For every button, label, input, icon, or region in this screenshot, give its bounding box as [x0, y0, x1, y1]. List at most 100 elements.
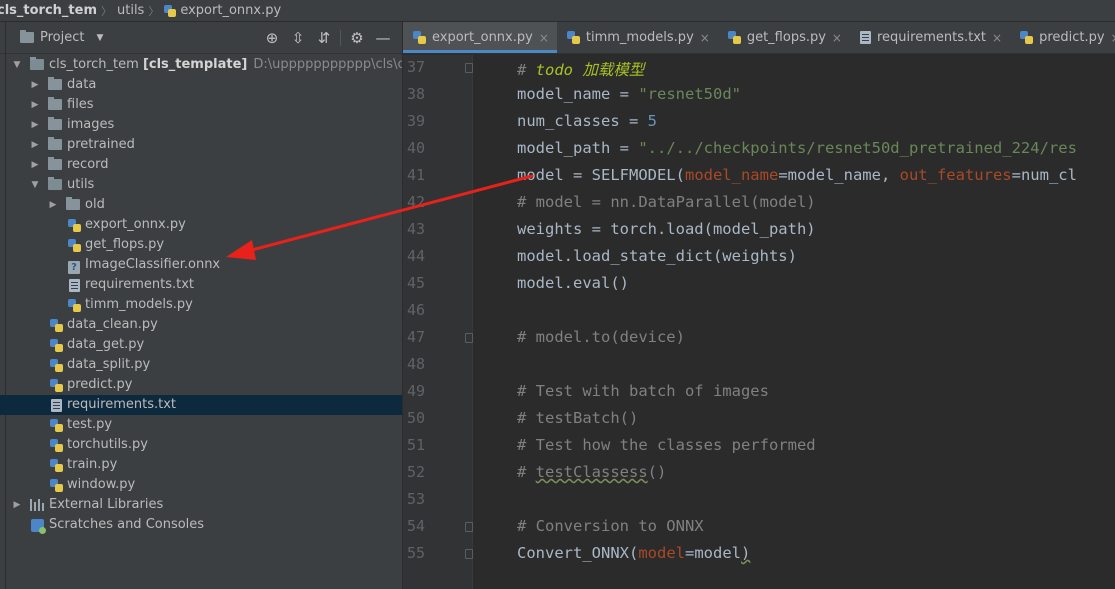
gear-icon[interactable]: ⚙ — [344, 27, 370, 49]
line-number: 43 — [406, 220, 425, 238]
tree-item-train[interactable]: train.py — [0, 455, 402, 475]
python-file-icon — [413, 31, 426, 44]
code-line[interactable]: 50 # testBatch() — [403, 406, 1115, 433]
tree-item-label: utils — [67, 177, 95, 192]
code-text: model_name = — [517, 85, 639, 103]
code-line[interactable]: 49 # Test with batch of images — [403, 379, 1115, 406]
fold-marker-icon[interactable] — [465, 522, 473, 532]
tree-item-data[interactable]: ▶ data — [0, 75, 402, 95]
tab-predict[interactable]: predict.py × — [1010, 22, 1115, 53]
chevron-right-icon[interactable]: ▶ — [12, 495, 22, 515]
chevron-down-icon[interactable]: ▼ — [30, 175, 40, 195]
code-line[interactable]: 41 model = SELFMODEL(model_name=model_na… — [403, 163, 1115, 190]
tree-item-label: pretrained — [67, 137, 135, 152]
code-line[interactable]: 43 weights = torch.load(model_path) — [403, 217, 1115, 244]
line-number: 42 — [406, 193, 425, 211]
tab-requirements[interactable]: requirements.txt × — [850, 22, 1010, 53]
tree-item-label: ImageClassifier.onnx — [85, 257, 221, 272]
module-name: [cls_template] — [142, 57, 248, 72]
python-file-icon — [50, 379, 63, 392]
tree-item-window[interactable]: window.py — [0, 475, 402, 495]
tree-item-label: data — [67, 77, 97, 92]
code-line[interactable]: 42 # model = nn.DataParallel(model) — [403, 190, 1115, 217]
code-line[interactable]: 55 Convert_ONNX(model=model) — [403, 541, 1115, 568]
code-line[interactable]: 52 # testClassess() — [403, 460, 1115, 487]
expand-all-icon[interactable]: ⇳ — [285, 27, 311, 49]
code-line[interactable]: 48 — [403, 352, 1115, 379]
tree-item-label: data_get.py — [67, 337, 145, 352]
chevron-right-icon[interactable]: ▶ — [30, 115, 40, 135]
code-line[interactable]: 54 # Conversion to ONNX — [403, 514, 1115, 541]
tree-item-timm-models[interactable]: timm_models.py — [0, 295, 402, 315]
tree-item-torchutils[interactable]: torchutils.py — [0, 435, 402, 455]
tree-item-scratches[interactable]: Scratches and Consoles — [0, 515, 402, 535]
comment: # — [517, 463, 536, 481]
tree-item-test[interactable]: test.py — [0, 415, 402, 435]
tree-item-external-libraries[interactable]: ▶ External Libraries — [0, 495, 402, 515]
line-number: 51 — [406, 436, 425, 454]
code-line[interactable]: 51 # Test how the classes performed — [403, 433, 1115, 460]
locate-icon[interactable]: ⊕ — [259, 27, 285, 49]
code-area[interactable]: 37 # todo 加载模型 38 model_name = "resnet50… — [403, 55, 1115, 589]
tree-item-utils[interactable]: ▼ utils — [0, 175, 402, 195]
code-line[interactable]: 40 model_path = "../../checkpoints/resne… — [403, 136, 1115, 163]
code-line[interactable]: 39 num_classes = 5 — [403, 109, 1115, 136]
comment: () — [647, 463, 667, 481]
project-view-selector[interactable]: Project ▼ — [20, 30, 103, 45]
tree-item-requirements[interactable]: requirements.txt — [0, 395, 402, 415]
collapse-all-icon[interactable]: ⇵ — [311, 27, 337, 49]
tree-item-root[interactable]: ▼ cls_torch_tem [cls_template] D:\upppppp… — [0, 55, 402, 75]
unknown-file-icon: ? — [68, 261, 80, 274]
close-icon[interactable]: × — [992, 31, 1002, 45]
code-line[interactable]: 53 — [403, 487, 1115, 514]
tree-item-record[interactable]: ▶ record — [0, 155, 402, 175]
tab-export-onnx[interactable]: export_onnx.py × — [403, 22, 557, 53]
tree-item-predict[interactable]: predict.py — [0, 375, 402, 395]
text-file-icon — [859, 31, 871, 44]
code-line[interactable]: 47 # model.to(device) — [403, 325, 1115, 352]
python-file-icon — [1020, 31, 1034, 44]
chevron-right-icon[interactable]: ▶ — [30, 75, 40, 95]
breadcrumb-project[interactable]: cls_torch_tem — [0, 0, 97, 21]
keyword-arg: model_name — [684, 166, 779, 184]
breadcrumb-file[interactable]: export_onnx.py — [164, 0, 281, 21]
breadcrumb-utils[interactable]: utils — [117, 0, 144, 21]
tree-item-images[interactable]: ▶ images — [0, 115, 402, 135]
chevron-right-icon[interactable]: ▶ — [30, 95, 40, 115]
close-icon[interactable]: × — [832, 31, 842, 45]
code-line[interactable]: 46 — [403, 298, 1115, 325]
python-file-icon — [50, 319, 63, 332]
tab-get-flops[interactable]: get_flops.py × — [718, 22, 850, 53]
chevron-right-icon[interactable]: ▶ — [48, 195, 58, 215]
tree-item-export-onnx[interactable]: export_onnx.py — [0, 215, 402, 235]
tree-item-files[interactable]: ▶ files — [0, 95, 402, 115]
editor-tab-bar: export_onnx.py × timm_models.py × get_fl… — [403, 22, 1115, 54]
python-file-icon — [727, 31, 741, 44]
tree-item-old[interactable]: ▶ old — [0, 195, 402, 215]
tree-item-utils-requirements[interactable]: requirements.txt — [0, 275, 402, 295]
code-line[interactable]: 38 model_name = "resnet50d" — [403, 82, 1115, 109]
line-number: 44 — [406, 247, 425, 265]
tree-item-get-flops[interactable]: get_flops.py — [0, 235, 402, 255]
tree-item-data-get[interactable]: data_get.py — [0, 335, 402, 355]
code-line[interactable]: 45 model.eval() — [403, 271, 1115, 298]
close-icon[interactable]: × — [1111, 31, 1115, 45]
tree-item-pretrained[interactable]: ▶ pretrained — [0, 135, 402, 155]
fold-marker-icon[interactable] — [465, 63, 473, 73]
code-line[interactable]: 44 model.load_state_dict(weights) — [403, 244, 1115, 271]
tree-item-imageclassifier-onnx[interactable]: ? ImageClassifier.onnx — [0, 255, 402, 275]
chevron-right-icon[interactable]: ▶ — [30, 135, 40, 155]
fold-marker-icon[interactable] — [465, 549, 473, 559]
minimize-icon[interactable]: — — [370, 27, 396, 49]
fold-marker-icon[interactable] — [465, 333, 473, 343]
chevron-down-icon[interactable]: ▼ — [12, 55, 22, 75]
close-icon[interactable]: × — [539, 31, 549, 45]
library-icon — [30, 499, 44, 511]
tree-item-data-split[interactable]: data_split.py — [0, 355, 402, 375]
chevron-right-icon[interactable]: ▶ — [30, 155, 40, 175]
close-icon[interactable]: × — [700, 31, 710, 45]
code-line[interactable]: 37 # todo 加载模型 — [403, 55, 1115, 82]
tree-item-data-clean[interactable]: data_clean.py — [0, 315, 402, 335]
tab-timm-models[interactable]: timm_models.py × — [557, 22, 718, 53]
chevron-right-icon: 〉 — [148, 4, 160, 18]
